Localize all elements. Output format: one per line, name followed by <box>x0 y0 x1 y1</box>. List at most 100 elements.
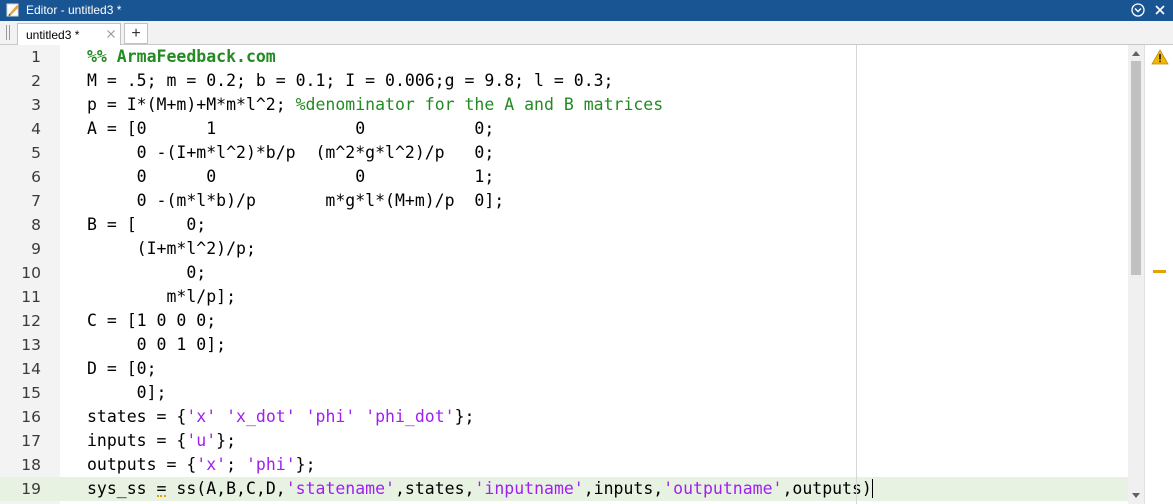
scrollbar-thumb[interactable] <box>1131 61 1141 275</box>
code-text[interactable]: 0; <box>87 261 206 285</box>
code-text[interactable]: D = [0; <box>87 357 157 381</box>
code-text[interactable]: 0 0 0 1; <box>87 165 495 189</box>
code-text[interactable]: p = I*(M+m)+M*m*l^2; %denominator for th… <box>87 93 663 117</box>
code-editor[interactable]: 1 %% ArmaFeedback.com 2 M = .5; m = 0.2; b … <box>0 45 1173 504</box>
scroll-down-icon[interactable] <box>1132 493 1140 498</box>
code-line[interactable]: 5 0 -(I+m*l^2)*b/p (m^2*g*l^2)/p 0; <box>0 141 1128 165</box>
code-line[interactable]: 12 C = [1 0 0 0; <box>0 309 1128 333</box>
code-token: C = [1 0 0 0; <box>87 311 217 330</box>
string-literal: 'phi' <box>245 455 296 474</box>
code-line[interactable]: 17 inputs = {'u'}; <box>0 429 1128 453</box>
code-token: ss(A,B,C,D, <box>166 479 286 498</box>
tab-bar: untitled3 * + <box>0 21 1173 45</box>
line-number: 7 <box>31 192 41 210</box>
code-token: }; <box>454 407 475 426</box>
warning-icon[interactable] <box>1151 49 1169 65</box>
code-text[interactable]: inputs = {'u'}; <box>87 429 236 453</box>
code-line[interactable]: 3 p = I*(M+m)+M*m*l^2; %denominator for t… <box>0 93 1128 117</box>
code-line[interactable]: 6 0 0 0 1; <box>0 165 1128 189</box>
warning-marker[interactable] <box>1153 270 1166 273</box>
line-number: 17 <box>21 432 41 450</box>
code-line[interactable]: 10 0; <box>0 261 1128 285</box>
line-number: 9 <box>31 240 41 258</box>
options-icon[interactable] <box>1131 3 1145 17</box>
code-line[interactable]: 13 0 0 1 0]; <box>0 333 1128 357</box>
code-text[interactable]: 0 0 1 0]; <box>87 333 226 357</box>
line-number: 3 <box>31 96 41 114</box>
code-line[interactable]: 8 B = [ 0; <box>0 213 1128 237</box>
code-token: m*l/p]; <box>87 287 237 306</box>
code-token: outputs = { <box>87 455 197 474</box>
string-literal: 'outputname' <box>663 479 783 498</box>
code-token: ,states, <box>394 479 475 498</box>
code-token: 0 0 0 1; <box>87 167 495 186</box>
tab-label: untitled3 * <box>26 28 80 42</box>
tab-grip-handle[interactable] <box>6 25 10 40</box>
tab-untitled3[interactable]: untitled3 * <box>17 23 121 45</box>
line-number: 6 <box>31 168 41 186</box>
code-line[interactable]: 18 outputs = {'x'; 'phi'}; <box>0 453 1128 477</box>
line-number: 8 <box>31 216 41 234</box>
code-token: }; <box>216 431 237 450</box>
code-text[interactable]: %% ArmaFeedback.com <box>87 45 276 69</box>
code-line[interactable]: 19 sys_ss = ss(A,B,C,D,'statename',states… <box>0 477 1128 501</box>
code-token: 0; <box>87 263 207 282</box>
string-literal: 'x' <box>196 455 227 474</box>
code-line[interactable]: 4 A = [0 1 0 0; <box>0 117 1128 141</box>
code-text[interactable]: m*l/p]; <box>87 285 236 309</box>
line-number: 1 <box>31 48 41 66</box>
code-text[interactable]: B = [ 0; <box>87 213 206 237</box>
line-number: 4 <box>31 120 41 138</box>
code-token: D = [0; <box>87 359 157 378</box>
code-line[interactable]: 14 D = [0; <box>0 357 1128 381</box>
code-text[interactable]: M = .5; m = 0.2; b = 0.1; I = 0.006;g = … <box>87 69 614 93</box>
code-text[interactable]: sys_ss = ss(A,B,C,D,'statename',states,'… <box>87 477 873 501</box>
string-literal: 'x' <box>186 407 217 426</box>
code-token: ,outputs) <box>782 479 872 498</box>
new-tab-button[interactable]: + <box>124 23 148 44</box>
code-text[interactable]: states = {'x' 'x_dot' 'phi' 'phi_dot'}; <box>87 405 474 429</box>
code-text[interactable]: outputs = {'x'; 'phi'}; <box>87 453 316 477</box>
message-bar <box>1144 45 1173 504</box>
line-number: 14 <box>21 360 41 378</box>
scroll-up-icon[interactable] <box>1132 51 1140 56</box>
code-token: 0]; <box>87 383 167 402</box>
code-token: p = I*(M+m)+M*m*l^2; <box>87 95 296 114</box>
code-text[interactable]: A = [0 1 0 0; <box>87 117 494 141</box>
string-literal: 'phi_dot' <box>365 407 455 426</box>
code-token: states = { <box>87 407 187 426</box>
title-bar: Editor - untitled3 * <box>0 0 1173 21</box>
close-icon[interactable] <box>1153 3 1167 17</box>
code-token: inputs = { <box>87 431 187 450</box>
code-line[interactable]: 7 0 -(m*l*b)/p m*g*l*(M+m)/p 0]; <box>0 189 1128 213</box>
string-literal: 'x_dot' <box>226 407 296 426</box>
code-line[interactable]: 1 %% ArmaFeedback.com <box>0 45 1128 69</box>
code-text[interactable]: 0]; <box>87 381 167 405</box>
line-number: 5 <box>31 144 41 162</box>
text-caret <box>871 479 873 498</box>
close-tab-icon[interactable] <box>106 29 116 39</box>
code-line[interactable]: 11 m*l/p]; <box>0 285 1128 309</box>
code-line[interactable]: 2 M = .5; m = 0.2; b = 0.1; I = 0.006;g =… <box>0 69 1128 93</box>
line-number: 19 <box>21 480 41 498</box>
code-token: M = .5; m = 0.2; b = 0.1; I = 0.006;g = … <box>87 71 614 90</box>
code-text[interactable]: 0 -(m*l*b)/p m*g*l*(M+m)/p 0]; <box>87 189 505 213</box>
editor-icon <box>6 3 19 17</box>
comment-text: %% ArmaFeedback.com <box>87 47 276 66</box>
code-token: sys_ss <box>87 479 157 498</box>
code-line[interactable]: 16 states = {'x' 'x_dot' 'phi' 'phi_dot'}… <box>0 405 1128 429</box>
vertical-scrollbar[interactable] <box>1128 45 1144 504</box>
code-line[interactable]: 15 0]; <box>0 381 1128 405</box>
line-number: 16 <box>21 408 41 426</box>
code-text[interactable]: (I+m*l^2)/p; <box>87 237 256 261</box>
code-text[interactable]: 0 -(I+m*l^2)*b/p (m^2*g*l^2)/p 0; <box>87 141 495 165</box>
code-token: }; <box>295 455 316 474</box>
line-number: 12 <box>21 312 41 330</box>
code-text[interactable]: C = [1 0 0 0; <box>87 309 216 333</box>
right-margin-line <box>856 45 857 504</box>
code-token: 0 -(I+m*l^2)*b/p (m^2*g*l^2)/p 0; <box>87 143 495 162</box>
code-line[interactable]: 9 (I+m*l^2)/p; <box>0 237 1128 261</box>
